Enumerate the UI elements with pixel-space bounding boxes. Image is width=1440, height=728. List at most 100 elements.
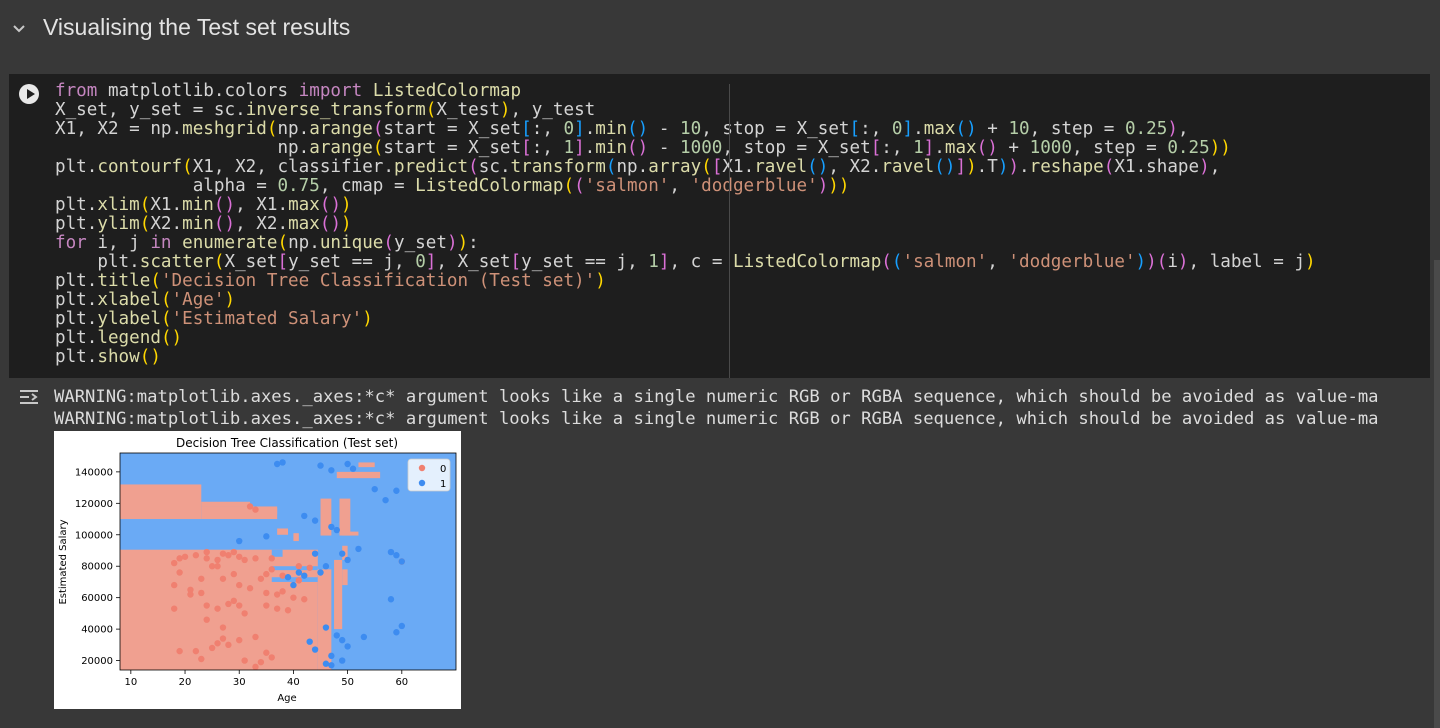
decision-region [336,471,381,479]
data-point-class-1 [301,572,308,579]
decision-region [342,531,359,536]
data-point-class-1 [382,496,389,504]
data-point-class-0 [252,555,259,562]
data-point-class-0 [198,575,205,582]
code-line: plt.show() [55,347,161,367]
output-area: WARNING:matplotlib.axes._axes:*c* argume… [54,386,1430,436]
run-cell-button[interactable] [19,84,39,104]
data-point-class-0 [225,600,232,608]
data-point-class-0 [198,589,205,597]
data-point-class-0 [246,503,254,510]
data-point-class-0 [306,564,313,571]
data-point-class-1 [387,548,395,556]
code-line: from matplotlib.colors import ListedColo… [55,82,522,101]
data-point-class-0 [257,575,265,582]
x-axis-label: Age [277,693,296,704]
data-point-class-1 [311,550,319,557]
y-tick-label: 40000 [81,625,113,636]
code-line: X_set, y_set = sc.inverse_transform(X_te… [55,100,596,120]
code-line: plt.xlim(X1.min(), X1.max()) [55,195,352,215]
data-point-class-0 [241,657,248,664]
code-line: plt.xlabel('Age') [55,290,236,310]
y-tick-label: 80000 [81,562,113,573]
legend-marker-0 [418,464,426,472]
code-line: for i, j in enumerate(np.unique(y_set)): [55,233,479,253]
x-tick-label: 40 [287,677,300,688]
data-point-class-1 [290,581,297,589]
data-point-class-0 [252,633,259,641]
data-point-class-0 [236,553,243,560]
data-point-class-0 [268,555,275,562]
data-point-class-0 [295,577,303,584]
y-tick-label: 60000 [81,593,113,604]
data-point-class-1 [338,636,346,644]
data-point-class-0 [192,647,200,655]
data-point-class-0 [257,658,265,666]
code-line: plt.ylabel('Estimated Salary') [55,309,373,329]
data-point-class-1 [398,622,406,630]
data-point-class-1 [295,569,303,576]
data-point-class-0 [284,607,292,614]
data-point-class-0 [170,581,178,589]
data-point-class-1 [328,652,335,660]
decision-region [271,577,318,582]
y-axis-label: Estimated Salary [58,519,69,604]
data-point-class-1 [328,523,335,531]
warning-text: WARNING:matplotlib.axes._axes:*c* argume… [54,409,1379,429]
output-toggle-icon[interactable] [18,388,40,406]
data-point-class-1 [333,526,340,534]
decision-region [334,559,343,630]
data-point-class-0 [236,602,243,609]
data-point-class-1 [393,629,400,636]
data-point-class-1 [273,460,281,468]
code-line: X1, X2 = np.meshgrid(np.arange(start = X… [55,119,1189,139]
section-title: Visualising the Test set results [43,14,351,40]
data-point-class-0 [176,647,183,655]
data-point-class-1 [344,643,351,650]
x-tick-label: 20 [179,677,192,688]
data-point-class-1 [338,657,346,664]
data-point-class-0 [230,570,238,578]
chevron-down-icon[interactable] [10,20,28,38]
decision-region [201,501,251,507]
data-point-class-0 [241,610,248,617]
y-tick-label: 120000 [75,499,113,510]
data-point-class-0 [230,597,238,605]
data-point-class-1 [322,563,330,570]
data-point-class-0 [170,605,178,612]
plot-output: 10 20 30 40 50 60 20000 40000 60000 80000 100000 12… [54,431,461,709]
data-point-class-0 [203,548,210,556]
data-point-class-0 [241,556,248,564]
data-point-class-0 [203,602,210,609]
data-point-class-0 [203,616,210,623]
warning-text: WARNING:matplotlib.axes._axes:*c* argume… [54,387,1379,407]
data-point-class-1 [328,662,335,669]
decision-region [320,498,332,536]
data-point-class-0 [219,635,227,642]
scrollbar[interactable] [1434,260,1440,728]
x-tick-label: 60 [395,677,408,688]
data-point-class-0 [214,640,221,647]
legend-label-1: 1 [440,479,446,490]
data-point-class-1 [371,485,378,493]
data-point-class-0 [273,591,281,598]
data-point-class-0 [187,586,194,594]
data-point-class-0 [246,585,254,592]
data-point-class-1 [387,596,395,603]
y-tick-label: 20000 [81,656,113,667]
code-line: np.arange(start = X_set[:, 1].min() - 10… [277,138,1231,158]
x-tick-label: 10 [124,677,137,688]
data-point-class-1 [360,633,368,641]
data-point-class-0 [252,506,259,513]
data-point-class-0 [279,572,286,579]
data-point-class-0 [236,636,243,644]
legend-label-0: 0 [440,464,446,475]
data-point-class-0 [170,559,178,567]
code-editor[interactable]: from matplotlib.colors import ListedColo… [55,82,1425,372]
code-line: plt.title('Decision Tree Classification … [55,271,606,291]
data-point-class-0 [176,569,183,576]
y-tick-label: 100000 [75,530,113,541]
data-point-class-0 [268,566,275,573]
legend-marker-1 [418,479,426,487]
data-point-class-0 [268,654,275,661]
